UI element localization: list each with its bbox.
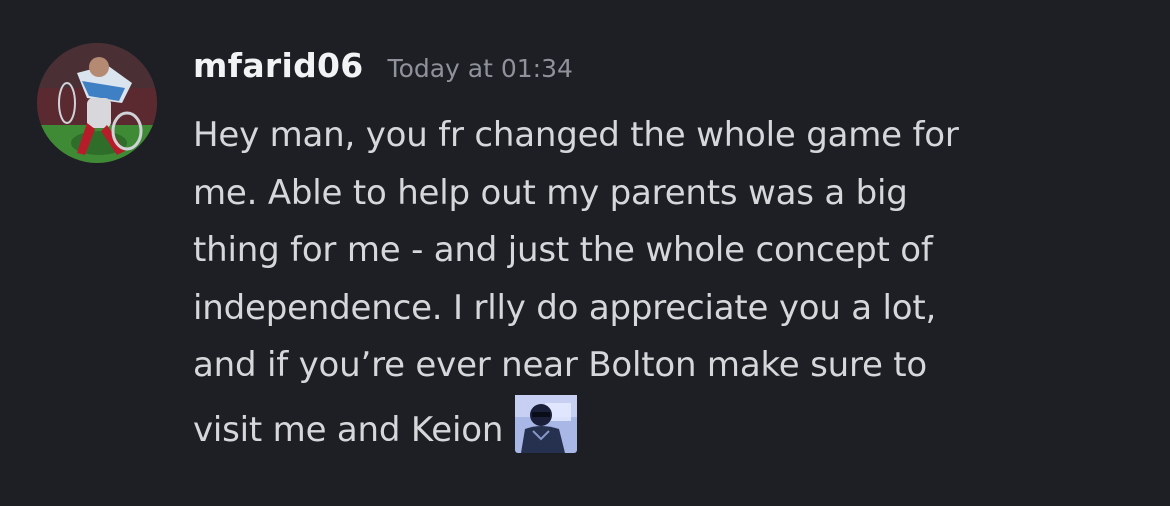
- avatar[interactable]: [37, 43, 157, 163]
- message-line: independence. I rlly do appreciate you a…: [193, 287, 937, 328]
- message-line: me. Able to help out my parents was a bi…: [193, 172, 908, 213]
- message-header: mfarid06 Today at 01:34: [193, 46, 573, 92]
- person-photo-emoji[interactable]: [515, 394, 578, 453]
- avatar-photo: [37, 43, 157, 163]
- message-line: Hey man, you fr changed the whole game f…: [193, 115, 959, 155]
- message-line: thing for me - and just the whole concep…: [193, 230, 933, 270]
- message-line: and if you’re ever near Bolton make sure…: [193, 345, 928, 385]
- timestamp[interactable]: Today at 01:34: [388, 54, 573, 83]
- message-content: Hey man, you fr changed the whole game f…: [193, 107, 1153, 453]
- message-line-last: visit me and Keion: [193, 394, 1153, 453]
- chat-message: mfarid06 Today at 01:34 Hey man, you fr …: [0, 0, 1170, 506]
- username[interactable]: mfarid06: [193, 46, 364, 85]
- message-line-text: visit me and Keion: [193, 409, 504, 450]
- emoji-image: [515, 394, 578, 453]
